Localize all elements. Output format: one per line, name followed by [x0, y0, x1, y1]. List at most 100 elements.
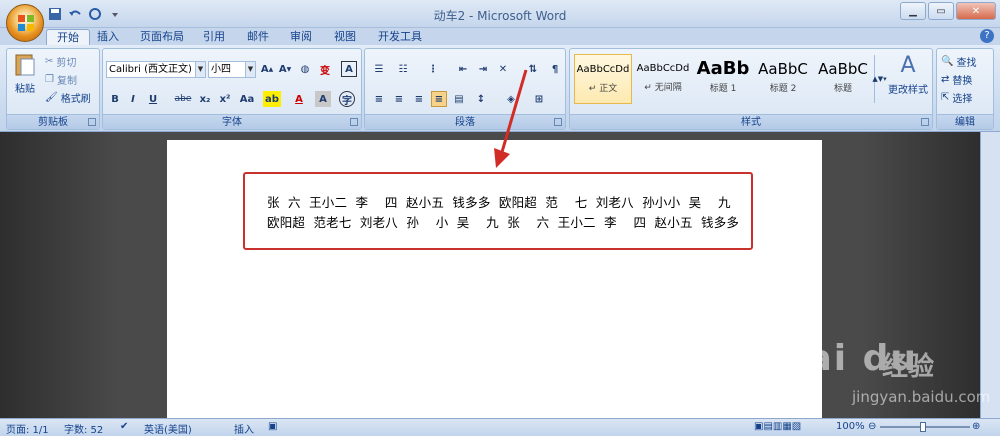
- copy-button[interactable]: ❐ 复制: [45, 71, 77, 88]
- macro-record-icon[interactable]: ▣: [268, 421, 277, 432]
- word-count[interactable]: 字数: 52: [64, 421, 103, 436]
- clipboard-group: 粘贴 ✂ 剪切 ❐ 复制 🖌 格式刷 剪贴板: [6, 48, 100, 130]
- char-border-icon[interactable]: A: [341, 61, 357, 77]
- superscript-button[interactable]: x²: [217, 91, 233, 107]
- insert-mode[interactable]: 插入: [234, 421, 254, 436]
- window-controls: ▁ ▭ ✕: [900, 2, 996, 20]
- bullets-icon[interactable]: ☰: [371, 61, 387, 77]
- cut-button[interactable]: ✂ 剪切: [45, 53, 76, 70]
- brush-icon: 🖌: [45, 92, 58, 103]
- paragraph-dialog-launcher[interactable]: [554, 118, 562, 126]
- highlight-icon[interactable]: ab: [263, 91, 281, 107]
- tab-review[interactable]: 审阅: [285, 29, 317, 45]
- italic-button[interactable]: I: [125, 91, 141, 107]
- editing-group-label: 编辑: [937, 114, 993, 129]
- styles-scroll-icon[interactable]: ▲▼▾: [872, 55, 887, 103]
- format-painter-button[interactable]: 🖌 格式刷: [45, 89, 91, 106]
- underline-button[interactable]: U: [145, 91, 161, 107]
- enclose-char-icon[interactable]: 字: [339, 91, 355, 107]
- decrease-indent-icon[interactable]: ⇤: [455, 61, 471, 77]
- tab-references[interactable]: 引用: [198, 29, 230, 45]
- subscript-button[interactable]: x₂: [197, 91, 213, 107]
- style-no-spacing[interactable]: AaBbCcDd ↵ 无间隔: [634, 54, 692, 104]
- language[interactable]: 英语(美国): [144, 421, 192, 436]
- align-center-icon[interactable]: ≡: [391, 91, 407, 107]
- strikethrough-button[interactable]: abe: [173, 91, 193, 107]
- style-heading-1[interactable]: AaBb 标题 1: [694, 54, 752, 104]
- paste-icon: [15, 54, 35, 76]
- tab-mailings[interactable]: 邮件: [242, 29, 274, 45]
- font-dialog-launcher[interactable]: [350, 118, 358, 126]
- change-styles-icon: A: [900, 53, 916, 78]
- paste-button[interactable]: 粘贴: [11, 51, 39, 101]
- find-button[interactable]: 🔍 查找: [941, 53, 976, 70]
- numbering-icon[interactable]: ☷: [395, 61, 411, 77]
- tab-insert[interactable]: 插入: [92, 29, 124, 45]
- line-spacing-icon[interactable]: ↕: [473, 91, 489, 107]
- zoom-in-icon[interactable]: ⊕: [972, 421, 980, 432]
- help-icon[interactable]: ?: [980, 29, 994, 43]
- window-title: 动车2 - Microsoft Word: [433, 9, 567, 23]
- document-line-2[interactable]: 欧阳超 范老七 刘老八 孙 小 吴 九 张 六 王小二 李 四 赵小五 钱多多: [267, 212, 739, 231]
- char-shading-icon[interactable]: A: [315, 91, 331, 107]
- copy-icon: ❐: [45, 74, 54, 85]
- tab-home[interactable]: 开始: [46, 29, 90, 45]
- grow-font-icon[interactable]: A ▲: [259, 61, 275, 77]
- align-left-icon[interactable]: ≡: [371, 91, 387, 107]
- styles-group-label: 样式: [570, 114, 932, 129]
- styles-group: AaBbCcDd ↵ 正文 AaBbCcDd ↵ 无间隔 AaBb 标题 1 AaBb…: [569, 48, 933, 130]
- style-normal[interactable]: AaBbCcDd ↵ 正文: [574, 54, 632, 104]
- tab-page-layout[interactable]: 页面布局: [134, 29, 190, 45]
- office-logo-icon: [18, 15, 34, 31]
- chevron-down-icon[interactable]: ▼: [245, 62, 255, 77]
- watermark-cn: 经验: [882, 352, 935, 382]
- highlighted-text-box: 张 六 王小二 李 四 赵小五 钱多多 欧阳超 范 七 刘老八 孙小小 吴 九 …: [243, 172, 753, 250]
- page-count[interactable]: 页面: 1/1: [6, 421, 49, 436]
- font-group: Calibri (西文正文) ▼ 小四 ▼ A ▲ A ▼ ◍ 变 A B I U ab…: [102, 48, 362, 130]
- replace-icon: ⇄: [941, 74, 950, 85]
- zoom-level[interactable]: 100%: [836, 421, 865, 432]
- multilevel-list-icon[interactable]: ⋮: [425, 61, 441, 77]
- clear-format-icon[interactable]: ◍: [297, 61, 313, 77]
- font-name-combo[interactable]: Calibri (西文正文) ▼: [106, 61, 206, 78]
- font-size-combo[interactable]: 小四 ▼: [208, 61, 256, 78]
- editing-group: 🔍 查找 ⇄ 替换 ⇱ 选择 编辑: [936, 48, 994, 130]
- tab-view[interactable]: 视图: [329, 29, 361, 45]
- document-line-1[interactable]: 张 六 王小二 李 四 赵小五 钱多多 欧阳超 范 七 刘老八 孙小小 吴 九: [267, 192, 731, 211]
- zoom-slider-thumb[interactable]: [920, 422, 926, 432]
- change-styles-button[interactable]: A 更改样式: [886, 53, 930, 103]
- minimize-button[interactable]: ▁: [900, 2, 926, 20]
- increase-indent-icon[interactable]: ⇥: [475, 61, 491, 77]
- clipboard-dialog-launcher[interactable]: [88, 118, 96, 126]
- change-case-button[interactable]: Aa: [237, 91, 257, 107]
- style-heading-2[interactable]: AaBbC 标题 2: [754, 54, 812, 104]
- paragraph-group: ☰ ☷ ⋮ ⇤ ⇥ ✕ ⇅ ¶ ≡ ≡ ≡ ≡ ▤ ↕ ◈ ⊞ 段落: [364, 48, 566, 130]
- ribbon-tabs: 开始 插入 页面布局 引用 邮件 审阅 视图 开发工具 ?: [0, 28, 1000, 45]
- phonetic-guide-icon[interactable]: 变: [317, 61, 333, 77]
- baidu-watermark: Bai du 经验 jingyan.baidu.com: [760, 320, 1000, 410]
- proofing-icon[interactable]: ✔: [120, 421, 128, 432]
- show-marks-icon[interactable]: ¶: [547, 61, 563, 77]
- bold-button[interactable]: B: [107, 91, 123, 107]
- justify-icon[interactable]: ≡: [431, 91, 447, 107]
- restore-button[interactable]: ▭: [928, 2, 954, 20]
- styles-dialog-launcher[interactable]: [921, 118, 929, 126]
- style-title[interactable]: AaBbC 标题: [814, 54, 872, 104]
- font-color-icon[interactable]: A: [291, 91, 307, 107]
- close-button[interactable]: ✕: [956, 2, 996, 20]
- clipboard-group-label: 剪贴板: [7, 114, 99, 129]
- tab-developer[interactable]: 开发工具: [372, 29, 428, 45]
- borders-icon[interactable]: ⊞: [531, 91, 547, 107]
- view-buttons[interactable]: ▣▤▥▦▧: [754, 421, 801, 432]
- replace-button[interactable]: ⇄ 替换: [941, 71, 972, 88]
- zoom-out-icon[interactable]: ⊖: [868, 421, 876, 432]
- status-bar: 页面: 1/1 字数: 52 ✔ 英语(美国) 插入 ▣ ▣▤▥▦▧ 100% …: [0, 418, 1000, 436]
- office-button[interactable]: [6, 4, 44, 42]
- title-bar: 动车2 - Microsoft Word ▁ ▭ ✕: [0, 0, 1000, 28]
- shrink-font-icon[interactable]: A ▼: [277, 61, 293, 77]
- select-button[interactable]: ⇱ 选择: [941, 89, 972, 106]
- distribute-icon[interactable]: ▤: [451, 91, 467, 107]
- paragraph-group-label: 段落: [365, 114, 565, 129]
- chevron-down-icon[interactable]: ▼: [195, 62, 205, 77]
- align-right-icon[interactable]: ≡: [411, 91, 427, 107]
